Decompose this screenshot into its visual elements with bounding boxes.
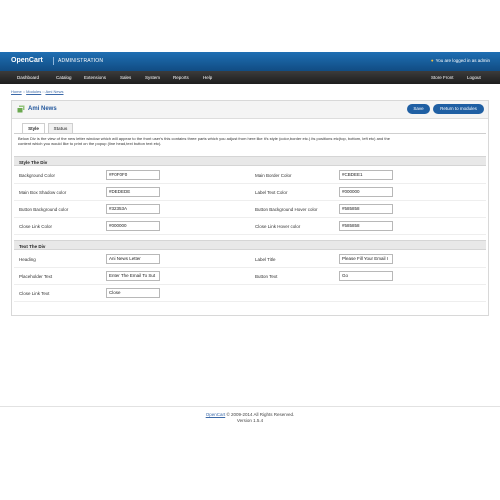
field-label: Main Box Shadow color xyxy=(19,190,67,195)
save-button[interactable]: Save xyxy=(407,104,430,114)
background-color-input[interactable]: #F0F0F0 xyxy=(106,170,160,180)
breadcrumb-home[interactable]: Home xyxy=(11,89,22,94)
brand-logo[interactable]: OpenCart xyxy=(11,57,43,64)
field-label: Button Background color xyxy=(19,207,69,212)
menu-item-reports[interactable]: Reports xyxy=(173,75,189,80)
return-to-modules-button[interactable]: Return to modules xyxy=(433,104,484,114)
menu-item-dashboard[interactable]: Dashboard xyxy=(17,75,39,80)
menu-item-system[interactable]: System xyxy=(145,75,160,80)
breadcrumb-current[interactable]: Ami News xyxy=(45,89,63,94)
admin-header: OpenCart ADMINISTRATION ● You are logged … xyxy=(0,52,500,71)
menu-item-store-front[interactable]: Store Front xyxy=(431,75,454,80)
tab-style[interactable]: Style xyxy=(22,123,45,133)
tab-divider xyxy=(14,133,486,134)
field-label: Main Border Color xyxy=(255,173,292,178)
copyright-text: © 2009-2014 All Rights Reserved. xyxy=(225,412,295,417)
page-title: Ami News xyxy=(28,106,57,112)
module-box: Ami News Save Return to modules Style St… xyxy=(11,100,489,316)
close-link-color-input[interactable]: #000000 xyxy=(106,221,160,231)
brand-divider xyxy=(53,57,54,65)
footer-opencart-link[interactable]: OpenCart xyxy=(206,412,226,417)
field-label: Close Link Text xyxy=(19,291,50,296)
section-title: Style The Div xyxy=(19,160,48,165)
label-text-color-input[interactable]: #000000 xyxy=(339,187,393,197)
section-header-style: Style The Div xyxy=(14,156,486,166)
form-row: Background Color #F0F0F0 Main Border Col… xyxy=(14,167,486,184)
form-row: Heading Ani News Letter Label Title Plea… xyxy=(14,251,486,268)
section-header-text: Text The Div xyxy=(14,240,486,250)
field-label: Heading xyxy=(19,257,36,262)
menu-item-catalog[interactable]: Catalog xyxy=(56,75,72,80)
form-row: Main Box Shadow color #DEDEDE Label Text… xyxy=(14,184,486,201)
button-hover-color-input[interactable]: #585858 xyxy=(339,204,393,214)
menu-item-extensions[interactable]: Extensions xyxy=(84,75,106,80)
login-status: ● You are logged in as admin xyxy=(431,58,490,63)
lock-icon: ● xyxy=(430,58,434,63)
brand-subtitle: ADMINISTRATION xyxy=(58,58,104,64)
form-row: Button Background color #32353A Button B… xyxy=(14,201,486,218)
footer: OpenCart © 2009-2014 All Rights Reserved… xyxy=(0,412,500,424)
module-description: Below Div is the view of the new letter … xyxy=(18,136,390,146)
tab-status[interactable]: Status xyxy=(48,123,73,133)
button-text-input[interactable]: Go xyxy=(339,271,393,281)
box-shadow-color-input[interactable]: #DEDEDE xyxy=(106,187,160,197)
form-row: Close Link Color #000000 Close Link Hove… xyxy=(14,218,486,235)
button-background-color-input[interactable]: #32353A xyxy=(106,204,160,214)
close-link-text-input[interactable]: Close xyxy=(106,288,160,298)
footer-version: Version 1.5.4 xyxy=(236,418,264,423)
label-title-input[interactable]: Please Fill Your Email I xyxy=(339,254,393,264)
menu-item-logout[interactable]: Logout xyxy=(467,75,481,80)
field-label: Button Text xyxy=(255,274,278,279)
field-label: Label Title xyxy=(255,257,276,262)
close-link-hover-color-input[interactable]: #585858 xyxy=(339,221,393,231)
main-menu: Dashboard Catalog Extensions Sales Syste… xyxy=(0,71,500,84)
field-label: Button Background Hover color xyxy=(255,207,318,212)
breadcrumb-modules[interactable]: Modules xyxy=(26,89,41,94)
placeholder-text-input[interactable]: Enter The Email To Sut xyxy=(106,271,160,281)
field-label: Close Link Hover color xyxy=(255,224,301,229)
field-label: Label Text Color xyxy=(255,190,288,195)
form-row: Close Link Text Close xyxy=(14,285,486,302)
module-icon xyxy=(17,105,25,113)
form-row: Placeholder Text Enter The Email To Sut … xyxy=(14,268,486,285)
menu-item-help[interactable]: Help xyxy=(203,75,212,80)
box-heading: Ami News Save Return to modules xyxy=(12,101,488,119)
breadcrumb: Home :: Modules :: Ami News xyxy=(11,89,64,94)
heading-input[interactable]: Ani News Letter xyxy=(106,254,160,264)
main-border-color-input[interactable]: #CBDEE1 xyxy=(339,170,393,180)
field-label: Close Link Color xyxy=(19,224,53,229)
field-label: Placeholder Text xyxy=(19,274,53,279)
field-label: Background Color xyxy=(19,173,56,178)
footer-divider xyxy=(0,406,500,407)
menu-item-sales[interactable]: Sales xyxy=(120,75,131,80)
section-title: Text The Div xyxy=(19,244,46,249)
login-status-text: You are logged in as admin xyxy=(435,58,490,63)
